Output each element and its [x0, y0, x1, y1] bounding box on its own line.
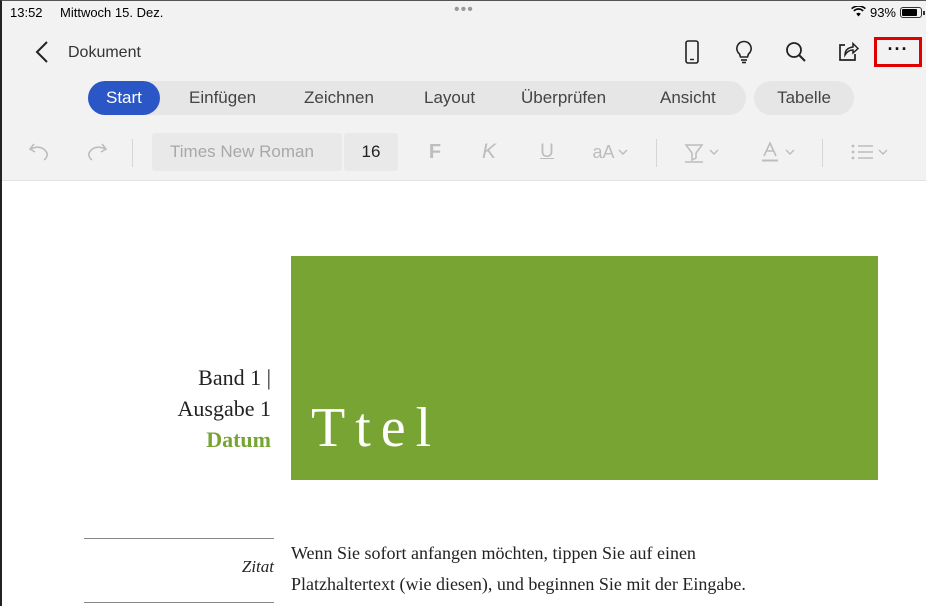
chevron-down-icon: [618, 149, 628, 155]
more-icon: ···: [887, 39, 909, 59]
app-window: 13:52 Mittwoch 15. Dez. ••• 93% Dokument: [0, 0, 926, 606]
phone-layout-icon: [685, 40, 699, 64]
body-line[interactable]: Platzhaltertext (wie diesen), und beginn…: [291, 569, 891, 600]
body-paragraph[interactable]: Wenn Sie sofort anfangen möchten, tippen…: [291, 538, 891, 600]
quote-top-rule: [84, 538, 274, 539]
status-bar: 13:52 Mittwoch 15. Dez. ••• 93%: [2, 1, 926, 29]
meta-volume[interactable]: Band 1 |: [178, 362, 271, 393]
chevron-down-icon: [709, 149, 719, 155]
multitask-dots[interactable]: •••: [454, 1, 474, 19]
tab-zeichnen[interactable]: Zeichnen: [304, 81, 374, 115]
font-color-icon: [762, 141, 778, 162]
toolbar-divider: [822, 139, 823, 167]
formatting-toolbar: Times New Roman 16 F K U aA: [2, 123, 926, 181]
undo-button[interactable]: [20, 137, 60, 167]
tabs-group: [88, 81, 746, 115]
quote-label[interactable]: Zitat: [84, 557, 274, 577]
chevron-down-icon: [878, 149, 888, 155]
font-size-field[interactable]: 16: [344, 133, 398, 171]
share-button[interactable]: [822, 35, 874, 69]
status-right: 93%: [851, 5, 925, 20]
top-actions: ···: [666, 35, 926, 69]
font-size-menu-label: aA: [592, 141, 615, 162]
battery-percent: 93%: [869, 5, 896, 20]
redo-button[interactable]: [76, 137, 116, 167]
tab-ansicht[interactable]: Ansicht: [660, 81, 716, 115]
italic-button[interactable]: K: [474, 137, 504, 167]
highlighter-icon: [684, 144, 704, 163]
meta-issue[interactable]: Ausgabe 1: [178, 393, 271, 424]
meta-date[interactable]: Datum: [178, 424, 271, 455]
underline-button[interactable]: U: [532, 137, 562, 167]
search-icon: [786, 42, 806, 62]
ideas-button[interactable]: [718, 35, 770, 69]
tab-start[interactable]: Start: [88, 81, 160, 115]
toolbar-divider: [132, 139, 133, 167]
font-name-field[interactable]: Times New Roman: [152, 133, 342, 171]
chevron-left-icon: [35, 41, 48, 63]
more-options-button[interactable]: ···: [874, 37, 922, 67]
font-color-button[interactable]: [750, 137, 804, 167]
issue-meta[interactable]: Band 1 | Ausgabe 1 Datum: [178, 362, 271, 455]
bullet-list-icon: [851, 144, 873, 160]
chevron-down-icon: [785, 149, 795, 155]
wifi-icon: [851, 5, 866, 20]
mobile-view-button[interactable]: [666, 35, 718, 69]
document-canvas[interactable]: Ttel Band 1 | Ausgabe 1 Datum Zitat Wenn…: [2, 182, 926, 606]
share-icon: [839, 41, 859, 61]
title-banner[interactable]: Ttel: [291, 256, 878, 480]
font-size-menu-button[interactable]: aA: [582, 137, 638, 167]
body-line[interactable]: Wenn Sie sofort anfangen möchten, tippen…: [291, 538, 891, 569]
tab-tabelle[interactable]: Tabelle: [754, 81, 854, 115]
title-bar: Dokument ···: [2, 29, 926, 75]
redo-icon: [88, 143, 108, 161]
bold-button[interactable]: F: [420, 137, 450, 167]
tab-einfuegen[interactable]: Einfügen: [189, 81, 256, 115]
quote-bottom-rule: [84, 602, 274, 603]
status-date: Mittwoch 15. Dez.: [60, 5, 164, 20]
highlight-button[interactable]: [674, 137, 728, 167]
lightbulb-icon: [736, 40, 752, 64]
undo-icon: [28, 143, 48, 161]
ribbon-tabs: Start Einfügen Zeichnen Layout Überprüfe…: [2, 75, 926, 123]
bullet-list-button[interactable]: [842, 137, 896, 167]
toolbar-divider: [656, 139, 657, 167]
battery-icon: [900, 7, 925, 18]
tab-layout[interactable]: Layout: [424, 81, 475, 115]
banner-title[interactable]: Ttel: [311, 396, 441, 460]
tab-ueberpruefen[interactable]: Überprüfen: [521, 81, 606, 115]
back-button[interactable]: [30, 39, 54, 65]
status-time: 13:52: [10, 5, 43, 20]
search-button[interactable]: [770, 35, 822, 69]
document-title: Dokument: [68, 44, 141, 61]
